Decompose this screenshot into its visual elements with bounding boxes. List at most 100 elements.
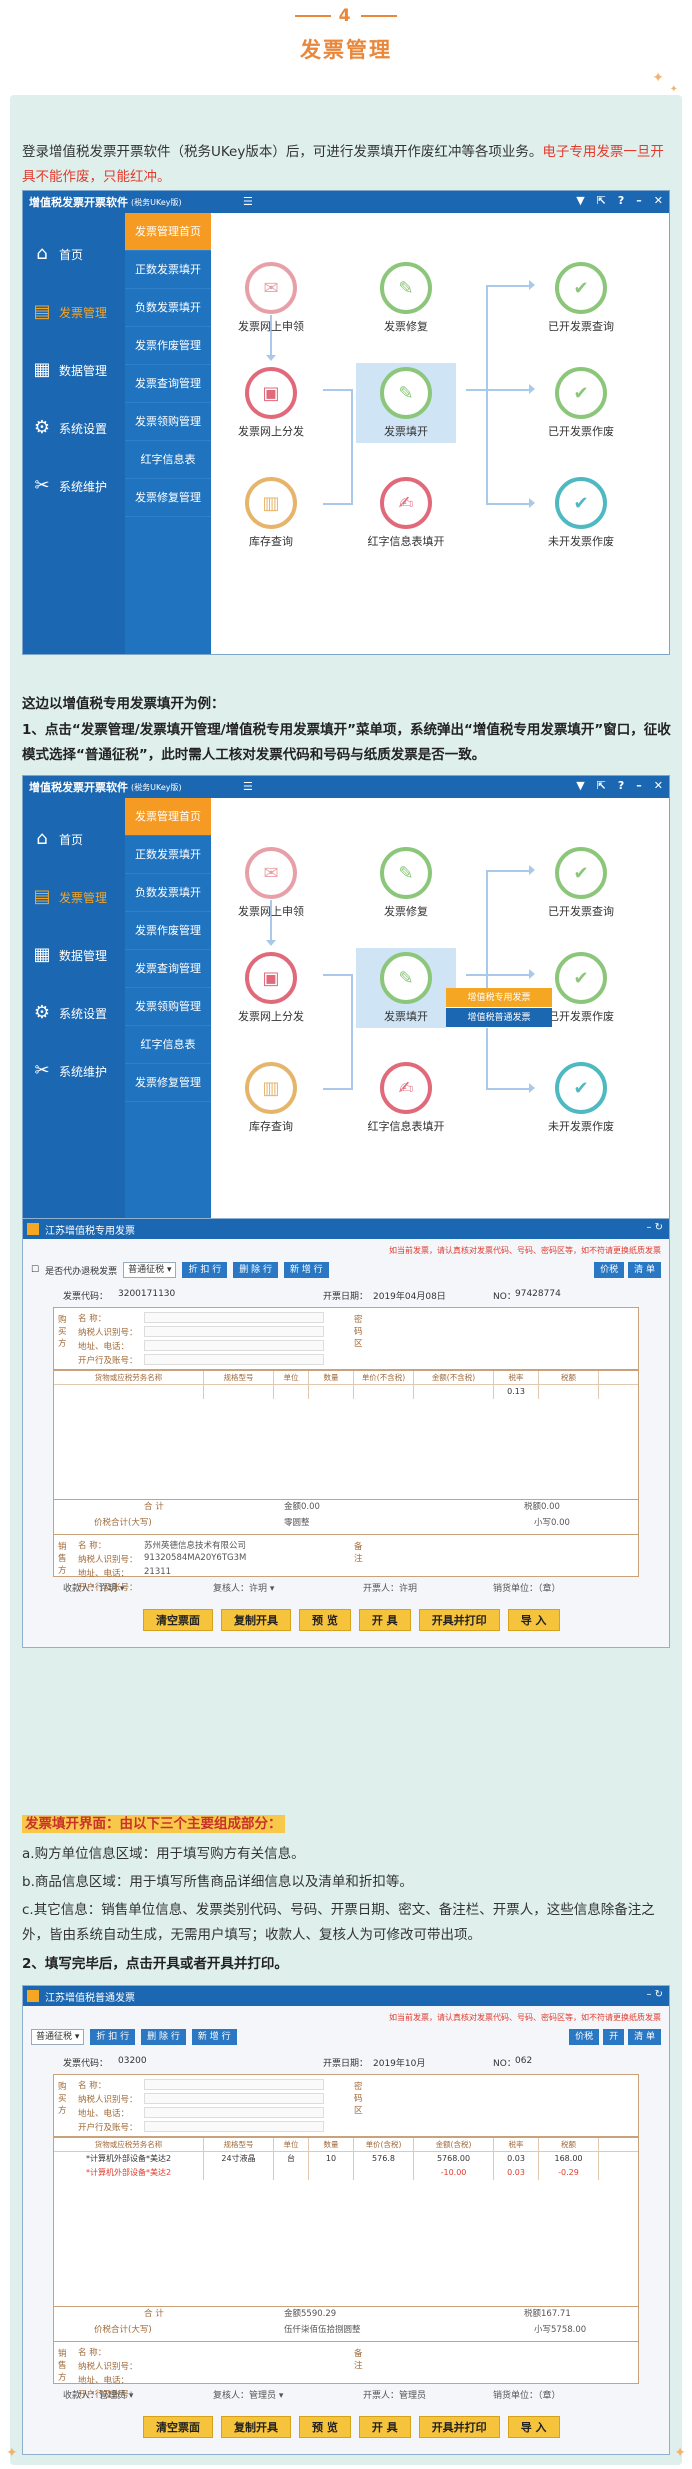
toolbar-right-button[interactable]: 清 单 [628, 2029, 661, 2045]
window-controls-icon[interactable]: – ↻ [646, 1989, 663, 2000]
subnav-item[interactable]: 发票作废管理 [125, 912, 211, 950]
action-button[interactable]: 复制开具 [221, 2416, 291, 2438]
action-button[interactable]: 清空票面 [143, 2416, 213, 2438]
table-cell[interactable] [414, 1385, 494, 1399]
table-cell[interactable]: 5768.00 [414, 2152, 494, 2166]
table-cell[interactable] [354, 1385, 414, 1399]
table-cell[interactable]: *计算机外部设备*美达2 [54, 2166, 204, 2180]
table-cell[interactable]: -0.29 [539, 2166, 599, 2180]
window-button-4[interactable]: ✕ [654, 194, 663, 207]
buyer-field-input[interactable] [144, 2107, 324, 2118]
window-button-0[interactable]: ▼ [576, 779, 584, 792]
table-cell[interactable]: -10.00 [414, 2166, 494, 2180]
table-cell[interactable]: 0.03 [494, 2152, 539, 2166]
table-row[interactable]: *计算机外部设备*美达2 -10.00 0.03 -0.29 [54, 2166, 638, 2180]
table-cell[interactable] [274, 1385, 309, 1399]
flow-node-issued_query[interactable]: ✔ 已开发票查询 [531, 843, 631, 923]
buyer-field-input[interactable] [144, 2121, 324, 2132]
table-cell[interactable]: 10 [309, 2152, 354, 2166]
subnav-item[interactable]: 红字信息表 [125, 441, 211, 479]
subnav-item[interactable]: 发票修复管理 [125, 479, 211, 517]
action-button[interactable]: 开具并打印 [418, 1609, 500, 1631]
window-button-3[interactable]: – [636, 779, 642, 792]
window-button-3[interactable]: – [636, 194, 642, 207]
toolbar-button[interactable]: 删 除 行 [141, 2029, 186, 2045]
subnav-item[interactable]: 负数发票填开 [125, 289, 211, 327]
subnav-item[interactable]: 发票查询管理 [125, 365, 211, 403]
nav-item[interactable]: ▤ 发票管理 [23, 868, 125, 926]
buyer-field-input[interactable] [144, 1312, 324, 1323]
nav-item[interactable]: ▦ 数据管理 [23, 926, 125, 984]
subnav-item[interactable]: 发票查询管理 [125, 950, 211, 988]
flow-node-repair[interactable]: ✎ 发票修复 [356, 843, 456, 923]
buyer-field-input[interactable] [144, 2079, 324, 2090]
checkbox[interactable]: ☐ [31, 1265, 39, 1275]
subnav-item[interactable]: 发票修复管理 [125, 1064, 211, 1102]
flow-node-stock_query[interactable]: ▥ 库存查询 [221, 473, 321, 553]
window-button-4[interactable]: ✕ [654, 779, 663, 792]
flow-node-repair[interactable]: ✎ 发票修复 [356, 258, 456, 338]
subnav-item[interactable]: 发票管理首页 [125, 213, 211, 251]
toolbar-button[interactable]: 折 扣 行 [90, 2029, 136, 2045]
table-cell[interactable]: 台 [274, 2152, 309, 2166]
toolbar-button[interactable]: 新 增 行 [283, 1262, 329, 1278]
subnav-item[interactable]: 发票管理首页 [125, 798, 211, 836]
flow-node-online_apply[interactable]: ✉ 发票网上申领 [221, 258, 321, 338]
table-cell[interactable]: 24寸液晶 [204, 2152, 274, 2166]
flow-node-stock_query[interactable]: ▥ 库存查询 [221, 1058, 321, 1138]
flow-node-fill[interactable]: ✎ 发票填开 [356, 363, 456, 443]
table-cell[interactable] [54, 1385, 204, 1399]
buyer-field-input[interactable] [144, 1340, 324, 1351]
table-cell[interactable] [204, 2166, 274, 2180]
table-cell[interactable]: 0.03 [494, 2166, 539, 2180]
popup-item[interactable]: 增值税专用发票 [446, 988, 552, 1008]
toolbar-right-button[interactable]: 开 [603, 2029, 625, 2045]
reviewer[interactable]: 复核人：管理员 ▾ [213, 2388, 283, 2401]
table-cell[interactable]: 576.8 [354, 2152, 414, 2166]
table-cell[interactable] [274, 2166, 309, 2180]
flow-node-fill[interactable]: ✎ 发票填开 [356, 948, 456, 1028]
nav-item[interactable]: ⚙ 系统设置 [23, 984, 125, 1042]
nav-item[interactable]: ▤ 发票管理 [23, 283, 125, 341]
flow-node-red_info[interactable]: ✍ 红字信息表填开 [356, 1058, 456, 1138]
window-button-0[interactable]: ▼ [576, 194, 584, 207]
action-button[interactable]: 清空票面 [143, 1609, 213, 1631]
flow-node-online_dist[interactable]: ▣ 发票网上分发 [221, 363, 321, 443]
subnav-item[interactable]: 发票领购管理 [125, 403, 211, 441]
window-button-2[interactable]: ? [618, 194, 624, 207]
nav-item[interactable]: ⌂ 首页 [23, 810, 125, 868]
window-button-1[interactable]: ⇱ [597, 779, 606, 792]
subnav-item[interactable]: 发票领购管理 [125, 988, 211, 1026]
flow-node-red_info[interactable]: ✍ 红字信息表填开 [356, 473, 456, 553]
flow-node-unissued_void[interactable]: ✔ 未开发票作废 [531, 473, 631, 553]
subnav-item[interactable]: 正数发票填开 [125, 836, 211, 874]
buyer-field-input[interactable] [144, 1354, 324, 1365]
table-cell[interactable] [354, 2166, 414, 2180]
table-cell[interactable]: *计算机外部设备*美达2 [54, 2152, 204, 2166]
table-cell[interactable]: 168.00 [539, 2152, 599, 2166]
window-button-1[interactable]: ⇱ [597, 194, 606, 207]
toolbar-right-button[interactable]: 清 单 [628, 1262, 661, 1278]
buyer-field-input[interactable] [144, 2093, 324, 2104]
flow-node-issued_query[interactable]: ✔ 已开发票查询 [531, 258, 631, 338]
payee[interactable]: 收款人：许玥 ▾ [63, 1581, 124, 1594]
seller-field-value[interactable]: 21311 [144, 1567, 638, 1577]
window-controls-icon[interactable]: – ↻ [646, 1222, 663, 1233]
table-cell[interactable] [539, 1385, 599, 1399]
flow-node-issued_void[interactable]: ✔ 已开发票作废 [531, 363, 631, 443]
nav-item[interactable]: ✂ 系统维护 [23, 1042, 125, 1100]
table-row[interactable]: 0.13 [54, 1385, 638, 1399]
subnav-item[interactable]: 正数发票填开 [125, 251, 211, 289]
popup-item[interactable]: 增值税普通发票 [446, 1008, 552, 1028]
menu-icon[interactable] [243, 780, 255, 792]
subnav-item[interactable]: 红字信息表 [125, 1026, 211, 1064]
seller-field-value[interactable]: 苏州英德信息技术有限公司 [144, 1539, 638, 1551]
action-button[interactable]: 预 览 [299, 1609, 351, 1631]
action-button[interactable]: 开 具 [358, 1609, 411, 1631]
reviewer[interactable]: 复核人：许玥 ▾ [213, 1581, 274, 1594]
table-cell[interactable] [204, 1385, 274, 1399]
table-cell[interactable] [309, 1385, 354, 1399]
toolbar-button[interactable]: 删 除 行 [233, 1262, 278, 1278]
action-button[interactable]: 导 入 [507, 2416, 560, 2438]
action-button[interactable]: 开 具 [358, 2416, 411, 2438]
